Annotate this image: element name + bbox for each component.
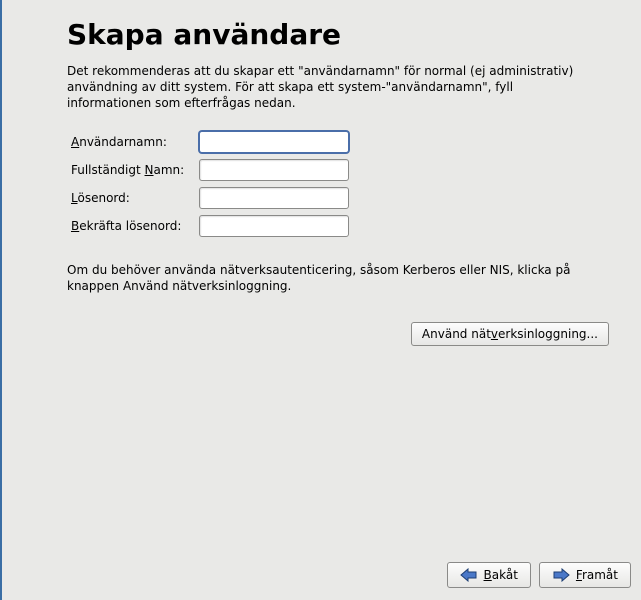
confirm-password-label: Bekräfta lösenord: <box>67 212 195 240</box>
arrow-right-icon <box>552 568 570 582</box>
description-text: Det rekommenderas att du skapar ett "anv… <box>67 63 587 112</box>
username-label: Användarnamn: <box>67 128 195 156</box>
back-button[interactable]: Bakåt <box>447 562 531 588</box>
fullname-label: Fullständigt Namn: <box>67 156 195 184</box>
password-input[interactable] <box>199 187 349 209</box>
main-panel: Skapa användare Det rekommenderas att du… <box>2 0 641 550</box>
forward-button[interactable]: Framåt <box>539 562 631 588</box>
username-input[interactable] <box>199 131 349 153</box>
user-form: Användarnamn: Fullständigt Namn: Lösenor… <box>67 128 353 240</box>
page-title: Skapa användare <box>67 18 611 51</box>
password-label: Lösenord: <box>67 184 195 212</box>
confirm-password-input[interactable] <box>199 215 349 237</box>
network-auth-hint: Om du behöver använda nätverksautenticer… <box>67 262 587 294</box>
network-login-button[interactable]: Använd nätverksinloggning... <box>411 322 609 346</box>
wizard-footer: Bakåt Framåt <box>0 550 641 600</box>
fullname-input[interactable] <box>199 159 349 181</box>
arrow-left-icon <box>460 568 478 582</box>
